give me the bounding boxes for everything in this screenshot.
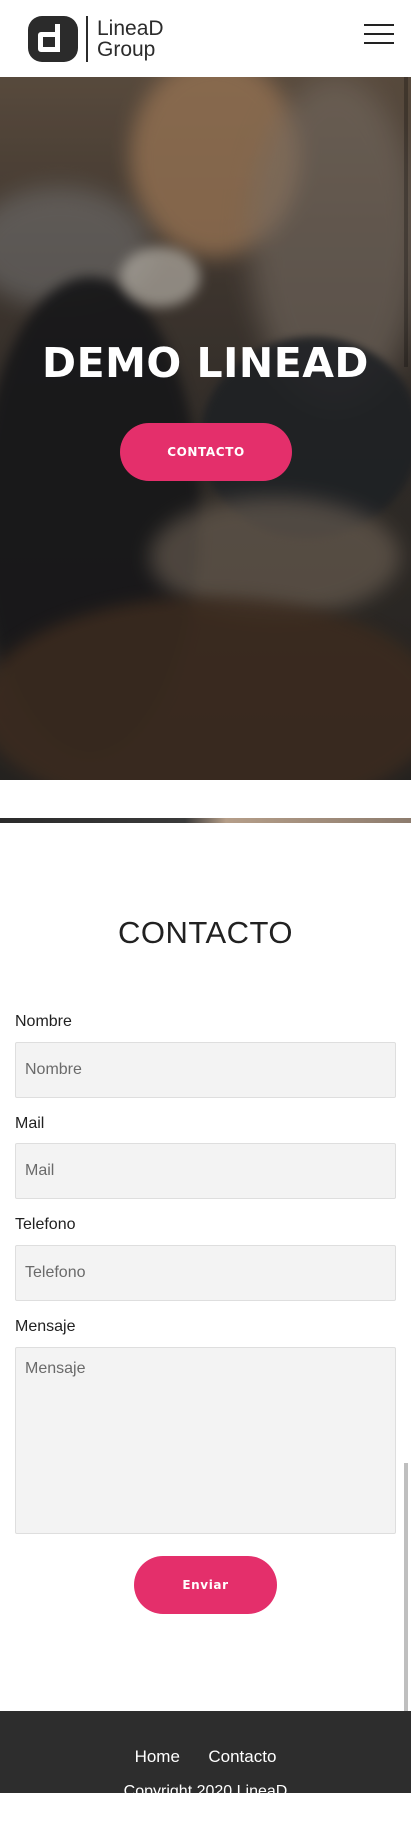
logo-mark-icon	[28, 16, 78, 62]
logo-text: LineaD Group	[97, 18, 164, 60]
mail-label: Mail	[15, 1115, 45, 1132]
site-footer: Home Contacto Copyright 2020 LineaD	[0, 1711, 411, 1793]
telefono-label: Telefono	[15, 1216, 76, 1233]
nombre-input[interactable]	[15, 1042, 396, 1098]
footer-link-contacto[interactable]: Contacto	[208, 1747, 276, 1766]
mail-input[interactable]	[15, 1143, 396, 1199]
hero-contact-button[interactable]: CONTACTO	[120, 423, 292, 481]
nombre-label: Nombre	[15, 1013, 72, 1030]
copyright-text: Copyright 2020 LineaD	[123, 1783, 288, 1793]
hero-banner: DEMO LINEAD CONTACTO	[0, 77, 411, 780]
footer-nav: Home Contacto	[0, 1747, 411, 1767]
contact-section-title: CONTACTO	[117, 915, 294, 950]
mensaje-label: Mensaje	[15, 1318, 76, 1335]
logo-text-line2: Group	[97, 38, 156, 61]
lineadgroup-logo[interactable]: LineaD Group	[28, 16, 164, 62]
mensaje-textarea[interactable]	[15, 1347, 396, 1534]
site-header: LineaD Group	[0, 0, 411, 77]
bottom-blank-area	[0, 1793, 411, 1837]
hero-scrollbar[interactable]	[404, 77, 408, 367]
hero-title: DEMO LINEAD	[42, 339, 369, 387]
telefono-input[interactable]	[15, 1245, 396, 1301]
footer-link-home[interactable]: Home	[135, 1747, 180, 1766]
hamburger-menu-icon[interactable]	[364, 24, 394, 44]
logo-separator	[86, 16, 88, 62]
logo-text-line1: LineaD	[97, 17, 164, 40]
enviar-button[interactable]: Enviar	[134, 1556, 277, 1614]
section-divider	[0, 818, 411, 823]
